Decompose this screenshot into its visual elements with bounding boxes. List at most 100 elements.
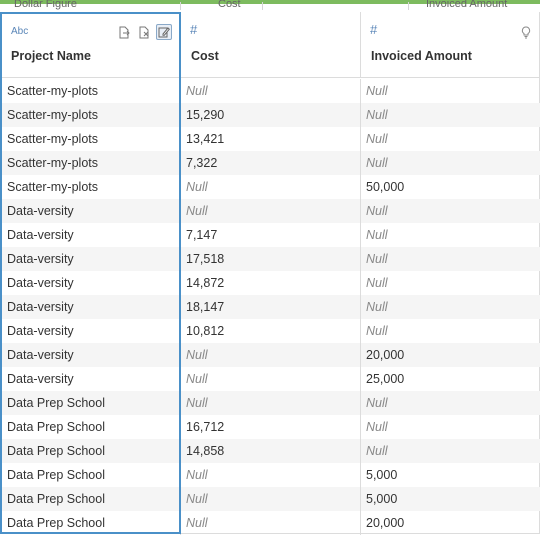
cell-cost[interactable]: 16,712 xyxy=(181,415,361,439)
table-row[interactable]: Data-versity 17,518 Null xyxy=(1,247,540,271)
table-row[interactable]: Data-versity Null Null xyxy=(1,199,540,223)
cell-cost[interactable]: 14,858 xyxy=(181,439,361,463)
table-body: Scatter-my-plots Null Null Scatter-my-plots… xyxy=(1,79,540,535)
export-icon[interactable] xyxy=(116,24,132,40)
cell-invoiced-amount[interactable]: Null xyxy=(361,151,540,175)
cell-cost[interactable]: Null xyxy=(181,343,361,367)
column-name: Cost xyxy=(191,49,219,63)
cell-project-name[interactable]: Data Prep School xyxy=(1,463,181,487)
cell-invoiced-amount[interactable]: Null xyxy=(361,103,540,127)
table-row[interactable]: Scatter-my-plots 15,290 Null xyxy=(1,103,540,127)
cell-project-name[interactable]: Scatter-my-plots xyxy=(1,175,181,199)
column-header-row: Abc Project Name # Cost # Invoiced Amoun… xyxy=(1,12,540,78)
cell-invoiced-amount[interactable]: 5,000 xyxy=(361,487,540,511)
cell-invoiced-amount[interactable]: 25,000 xyxy=(361,367,540,391)
table-row[interactable]: Data Prep School Null 5,000 xyxy=(1,463,540,487)
cell-cost[interactable]: 14,872 xyxy=(181,271,361,295)
ghost-divider xyxy=(262,2,263,10)
table-row[interactable]: Data-versity 7,147 Null xyxy=(1,223,540,247)
table-row[interactable]: Data-versity Null 25,000 xyxy=(1,367,540,391)
number-type-icon: # xyxy=(370,22,378,37)
cell-project-name[interactable]: Data Prep School xyxy=(1,511,181,535)
scrolled-header-strip: Dollar Figure Cost Invoiced Amount xyxy=(0,0,552,12)
cell-cost[interactable]: Null xyxy=(181,199,361,223)
cell-project-name[interactable]: Data-versity xyxy=(1,199,181,223)
cell-invoiced-amount[interactable]: 20,000 xyxy=(361,511,540,535)
cell-project-name[interactable]: Data-versity xyxy=(1,247,181,271)
cell-project-name[interactable]: Data Prep School xyxy=(1,415,181,439)
cell-cost[interactable]: 7,322 xyxy=(181,151,361,175)
cell-cost[interactable]: Null xyxy=(181,367,361,391)
cell-invoiced-amount[interactable]: 50,000 xyxy=(361,175,540,199)
cell-invoiced-amount[interactable]: Null xyxy=(361,319,540,343)
table-row[interactable]: Data Prep School 14,858 Null xyxy=(1,439,540,463)
cell-project-name[interactable]: Data-versity xyxy=(1,271,181,295)
table-row[interactable]: Data-versity 14,872 Null xyxy=(1,271,540,295)
cell-cost[interactable]: Null xyxy=(181,391,361,415)
cell-invoiced-amount[interactable]: Null xyxy=(361,79,540,103)
cell-invoiced-amount[interactable]: Null xyxy=(361,415,540,439)
string-type-icon: Abc xyxy=(11,26,29,37)
cell-invoiced-amount[interactable]: Null xyxy=(361,439,540,463)
column-header-project-name[interactable]: Abc Project Name xyxy=(1,12,181,78)
cell-project-name[interactable]: Data Prep School xyxy=(1,487,181,511)
column-name: Invoiced Amount xyxy=(371,49,472,63)
cell-cost[interactable]: Null xyxy=(181,511,361,535)
cell-project-name[interactable]: Scatter-my-plots xyxy=(1,127,181,151)
cell-cost[interactable]: 13,421 xyxy=(181,127,361,151)
cell-invoiced-amount[interactable]: Null xyxy=(361,391,540,415)
table-row[interactable]: Scatter-my-plots Null Null xyxy=(1,79,540,103)
cell-project-name[interactable]: Data Prep School xyxy=(1,439,181,463)
data-table: Abc Project Name # Cost # Invoiced Amoun… xyxy=(0,12,540,535)
table-row[interactable]: Data-versity 18,147 Null xyxy=(1,295,540,319)
cell-project-name[interactable]: Data-versity xyxy=(1,343,181,367)
cell-invoiced-amount[interactable]: 5,000 xyxy=(361,463,540,487)
cell-cost[interactable]: Null xyxy=(181,487,361,511)
cell-cost[interactable]: Null xyxy=(181,463,361,487)
column-header-invoiced-amount[interactable]: # Invoiced Amount xyxy=(361,12,540,78)
cell-cost[interactable]: 10,812 xyxy=(181,319,361,343)
cell-project-name[interactable]: Scatter-my-plots xyxy=(1,103,181,127)
cell-cost[interactable]: 18,147 xyxy=(181,295,361,319)
column-name: Project Name xyxy=(11,49,91,63)
edit-icon[interactable] xyxy=(156,24,172,40)
cell-project-name[interactable]: Scatter-my-plots xyxy=(1,79,181,103)
cell-project-name[interactable]: Data Prep School xyxy=(1,391,181,415)
cell-invoiced-amount[interactable]: 20,000 xyxy=(361,343,540,367)
lightbulb-icon[interactable] xyxy=(518,24,534,40)
cell-cost[interactable]: 7,147 xyxy=(181,223,361,247)
cell-cost[interactable]: Null xyxy=(181,175,361,199)
remove-field-icon[interactable] xyxy=(136,24,152,40)
table-row[interactable]: Data-versity Null 20,000 xyxy=(1,343,540,367)
table-row[interactable]: Scatter-my-plots Null 50,000 xyxy=(1,175,540,199)
ghost-divider xyxy=(408,2,409,10)
cell-project-name[interactable]: Scatter-my-plots xyxy=(1,151,181,175)
data-grid-view: Dollar Figure Cost Invoiced Amount Abc P… xyxy=(0,0,552,538)
cell-cost[interactable]: Null xyxy=(181,79,361,103)
table-row[interactable]: Scatter-my-plots 13,421 Null xyxy=(1,127,540,151)
cell-project-name[interactable]: Data-versity xyxy=(1,295,181,319)
table-row[interactable]: Scatter-my-plots 7,322 Null xyxy=(1,151,540,175)
cell-cost[interactable]: 17,518 xyxy=(181,247,361,271)
right-gutter xyxy=(541,12,552,538)
cell-invoiced-amount[interactable]: Null xyxy=(361,271,540,295)
cell-invoiced-amount[interactable]: Null xyxy=(361,223,540,247)
table-row[interactable]: Data Prep School Null 20,000 xyxy=(1,511,540,535)
cell-invoiced-amount[interactable]: Null xyxy=(361,247,540,271)
column-actions xyxy=(116,24,172,40)
cell-cost[interactable]: 15,290 xyxy=(181,103,361,127)
table-row[interactable]: Data Prep School Null Null xyxy=(1,391,540,415)
cell-project-name[interactable]: Data-versity xyxy=(1,223,181,247)
ghost-col1-label: Dollar Figure xyxy=(14,0,77,10)
column-header-cost[interactable]: # Cost xyxy=(181,12,361,78)
ghost-divider xyxy=(180,2,181,10)
table-row[interactable]: Data Prep School 16,712 Null xyxy=(1,415,540,439)
cell-project-name[interactable]: Data-versity xyxy=(1,367,181,391)
table-row[interactable]: Data-versity 10,812 Null xyxy=(1,319,540,343)
cell-project-name[interactable]: Data-versity xyxy=(1,319,181,343)
cell-invoiced-amount[interactable]: Null xyxy=(361,295,540,319)
cell-invoiced-amount[interactable]: Null xyxy=(361,199,540,223)
number-type-icon: # xyxy=(190,22,198,37)
cell-invoiced-amount[interactable]: Null xyxy=(361,127,540,151)
table-row[interactable]: Data Prep School Null 5,000 xyxy=(1,487,540,511)
